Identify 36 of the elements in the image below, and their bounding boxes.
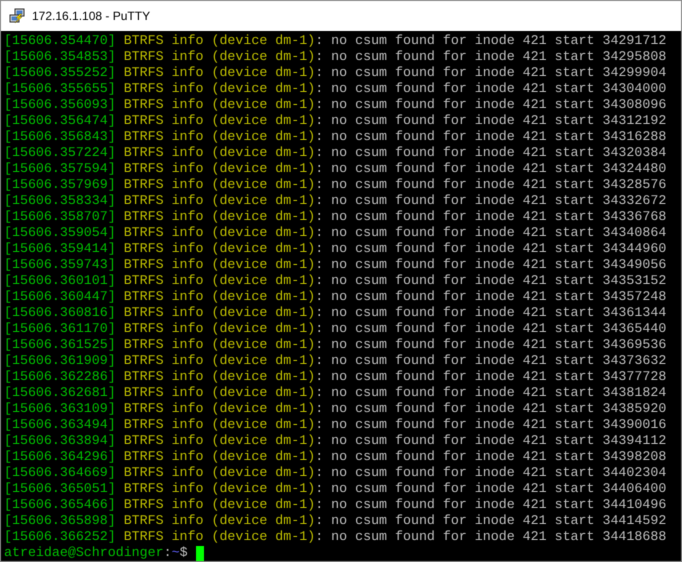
log-line: [15606.361525] BTRFS info (device dm-1): no csum found for inode 421 start 34369536 [4, 337, 666, 353]
text-cursor [196, 546, 204, 560]
log-line: [15606.356843] BTRFS info (device dm-1): no csum found for inode 421 start 34316288 [4, 129, 666, 145]
log-line: [15606.354470] BTRFS info (device dm-1): no csum found for inode 421 start 34291712 [4, 33, 666, 49]
log-line: [15606.364296] BTRFS info (device dm-1): no csum found for inode 421 start 34398208 [4, 449, 666, 465]
log-line: [15606.358334] BTRFS info (device dm-1): no csum found for inode 421 start 34332672 [4, 193, 666, 209]
window-title: 172.16.1.108 - PuTTY [32, 8, 150, 25]
log-line: [15606.364669] BTRFS info (device dm-1): no csum found for inode 421 start 34402304 [4, 465, 666, 481]
log-line: [15606.361170] BTRFS info (device dm-1): no csum found for inode 421 start 34365440 [4, 321, 666, 337]
log-line: [15606.360447] BTRFS info (device dm-1): no csum found for inode 421 start 34357248 [4, 289, 666, 305]
log-line: [15606.354853] BTRFS info (device dm-1): no csum found for inode 421 start 34295808 [4, 49, 666, 65]
log-line: [15606.363894] BTRFS info (device dm-1): no csum found for inode 421 start 34394112 [4, 433, 666, 449]
log-line: [15606.355655] BTRFS info (device dm-1): no csum found for inode 421 start 34304000 [4, 81, 666, 97]
log-line: [15606.363109] BTRFS info (device dm-1): no csum found for inode 421 start 34385920 [4, 401, 666, 417]
log-line: [15606.359743] BTRFS info (device dm-1): no csum found for inode 421 start 34349056 [4, 257, 666, 273]
log-line: [15606.358707] BTRFS info (device dm-1): no csum found for inode 421 start 34336768 [4, 209, 666, 225]
log-line: [15606.360816] BTRFS info (device dm-1): no csum found for inode 421 start 34361344 [4, 305, 666, 321]
log-line: [15606.359414] BTRFS info (device dm-1): no csum found for inode 421 start 34344960 [4, 241, 666, 257]
log-line: [15606.357969] BTRFS info (device dm-1): no csum found for inode 421 start 34328576 [4, 177, 666, 193]
log-line: [15606.361909] BTRFS info (device dm-1): no csum found for inode 421 start 34373632 [4, 353, 666, 369]
log-line: [15606.363494] BTRFS info (device dm-1): no csum found for inode 421 start 34390016 [4, 417, 666, 433]
log-line: [15606.355252] BTRFS info (device dm-1): no csum found for inode 421 start 34299904 [4, 65, 666, 81]
log-line: [15606.362681] BTRFS info (device dm-1): no csum found for inode 421 start 34381824 [4, 385, 666, 401]
log-line: [15606.359054] BTRFS info (device dm-1): no csum found for inode 421 start 34340864 [4, 225, 666, 241]
log-line: [15606.357224] BTRFS info (device dm-1): no csum found for inode 421 start 34320384 [4, 145, 666, 161]
log-line: [15606.366252] BTRFS info (device dm-1): no csum found for inode 421 start 34418688 [4, 529, 666, 545]
shell-prompt: atreidae@Schrodinger:~$ [4, 545, 189, 561]
log-line: [15606.360101] BTRFS info (device dm-1): no csum found for inode 421 start 34353152 [4, 273, 666, 289]
app-icon [9, 8, 26, 24]
log-line: [15606.365898] BTRFS info (device dm-1): no csum found for inode 421 start 34414592 [4, 513, 666, 529]
log-line: [15606.357594] BTRFS info (device dm-1): no csum found for inode 421 start 34324480 [4, 161, 666, 177]
log-line: [15606.356093] BTRFS info (device dm-1): no csum found for inode 421 start 34308096 [4, 97, 666, 113]
log-line: [15606.365466] BTRFS info (device dm-1): no csum found for inode 421 start 34410496 [4, 497, 666, 513]
log-line: [15606.362286] BTRFS info (device dm-1): no csum found for inode 421 start 34377728 [4, 369, 666, 385]
log-line: [15606.356474] BTRFS info (device dm-1): no csum found for inode 421 start 34312192 [4, 113, 666, 129]
log-line: [15606.365051] BTRFS info (device dm-1): no csum found for inode 421 start 34406400 [4, 481, 666, 497]
